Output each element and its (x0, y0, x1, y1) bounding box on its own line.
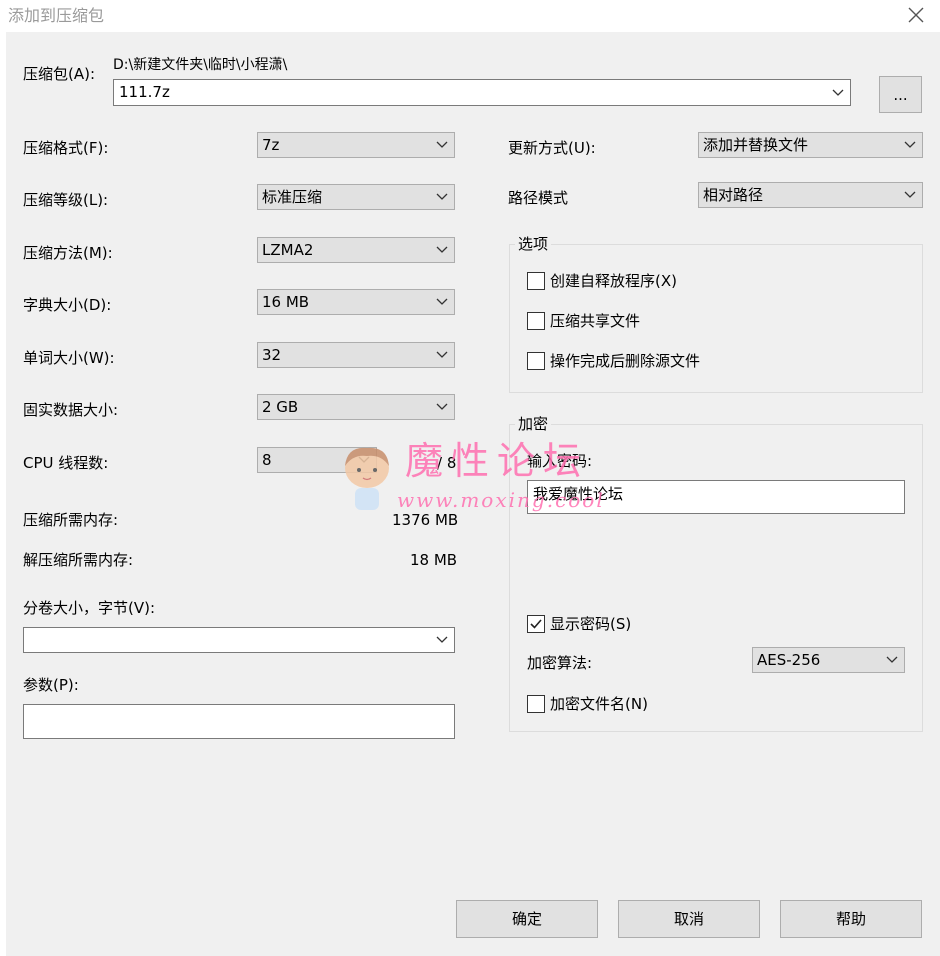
enc-method-value: AES-256 (757, 651, 821, 669)
delete-label[interactable]: 操作完成后删除源文件 (550, 351, 700, 371)
options-title: 选项 (515, 234, 552, 254)
solid-combo[interactable]: 2 GB (257, 394, 455, 420)
shared-label[interactable]: 压缩共享文件 (550, 311, 640, 331)
format-value: 7z (262, 136, 280, 154)
chevron-down-icon (904, 141, 916, 148)
show-password-checkbox[interactable] (527, 615, 545, 633)
cpu-value: 8 (262, 451, 272, 469)
params-label: 参数(P): (23, 676, 79, 694)
chevron-down-icon (436, 193, 448, 200)
chevron-down-icon (436, 298, 448, 305)
title-bar (0, 0, 940, 32)
browse-button[interactable]: ... (879, 76, 922, 113)
split-combo[interactable] (23, 627, 455, 653)
check-icon (530, 619, 542, 629)
level-label: 压缩等级(L): (23, 191, 109, 209)
dict-combo[interactable]: 16 MB (257, 289, 455, 315)
window-title: 添加到压缩包 (8, 6, 105, 25)
watermark: 魔性论坛 www.moxing.cool (335, 438, 615, 524)
dict-label: 字典大小(D): (23, 296, 112, 314)
update-label: 更新方式(U): (508, 139, 596, 157)
chevron-down-icon (904, 191, 916, 198)
close-icon[interactable] (906, 5, 926, 25)
help-button[interactable]: 帮助 (780, 900, 922, 938)
update-value: 添加并替换文件 (703, 136, 809, 154)
shared-checkbox[interactable] (527, 312, 545, 330)
archive-path: D:\新建文件夹\临时\小程潇\ (113, 57, 288, 73)
word-label: 单词大小(W): (23, 349, 115, 367)
archive-label: 压缩包(A): (23, 65, 96, 83)
watermark-text: 魔性论坛 (405, 439, 590, 483)
delete-checkbox[interactable] (527, 352, 545, 370)
chevron-down-icon (436, 636, 448, 643)
mem-decomp-label: 解压缩所需内存: (23, 551, 134, 569)
left-edge (0, 32, 6, 956)
pathmode-value: 相对路径 (703, 186, 764, 204)
format-combo[interactable]: 7z (257, 132, 455, 158)
solid-label: 固实数据大小: (23, 401, 119, 419)
level-combo[interactable]: 标准压缩 (257, 184, 455, 210)
cancel-button[interactable]: 取消 (618, 900, 760, 938)
method-value: LZMA2 (262, 241, 314, 259)
chevron-down-icon (436, 351, 448, 358)
encrypt-names-checkbox[interactable] (527, 695, 545, 713)
mem-comp-label: 压缩所需内存: (23, 511, 119, 529)
split-label: 分卷大小，字节(V): (23, 599, 156, 617)
enc-method-label: 加密算法: (527, 654, 593, 672)
word-combo[interactable]: 32 (257, 342, 455, 368)
method-label: 压缩方法(M): (23, 244, 113, 262)
mem-decomp-value: 18 MB (410, 551, 458, 569)
params-input[interactable] (23, 704, 455, 739)
update-combo[interactable]: 添加并替换文件 (698, 132, 923, 158)
chevron-down-icon (436, 403, 448, 410)
level-value: 标准压缩 (262, 188, 323, 206)
dict-value: 16 MB (262, 293, 310, 311)
solid-value: 2 GB (262, 398, 299, 416)
archive-name-value: 111.7z (119, 83, 170, 101)
sfx-checkbox[interactable] (527, 272, 545, 290)
watermark-url: www.moxing.cool (397, 488, 605, 512)
pathmode-label: 路径模式 (508, 189, 569, 207)
method-combo[interactable]: LZMA2 (257, 237, 455, 263)
mascot-icon (345, 447, 389, 510)
cpu-label: CPU 线程数: (23, 454, 109, 472)
encryption-title: 加密 (515, 414, 552, 434)
show-password-label[interactable]: 显示密码(S) (550, 614, 631, 634)
encrypt-names-label[interactable]: 加密文件名(N) (550, 694, 648, 714)
format-label: 压缩格式(F): (23, 139, 109, 157)
word-value: 32 (262, 346, 282, 364)
chevron-down-icon (886, 656, 898, 663)
enc-method-combo[interactable]: AES-256 (752, 647, 905, 673)
ok-button[interactable]: 确定 (456, 900, 598, 938)
pathmode-combo[interactable]: 相对路径 (698, 182, 923, 208)
archive-name-combo[interactable]: 111.7z (113, 79, 851, 106)
sfx-label[interactable]: 创建自释放程序(X) (550, 271, 677, 291)
chevron-down-icon (436, 141, 448, 148)
chevron-down-icon (436, 246, 448, 253)
chevron-down-icon (832, 89, 844, 96)
